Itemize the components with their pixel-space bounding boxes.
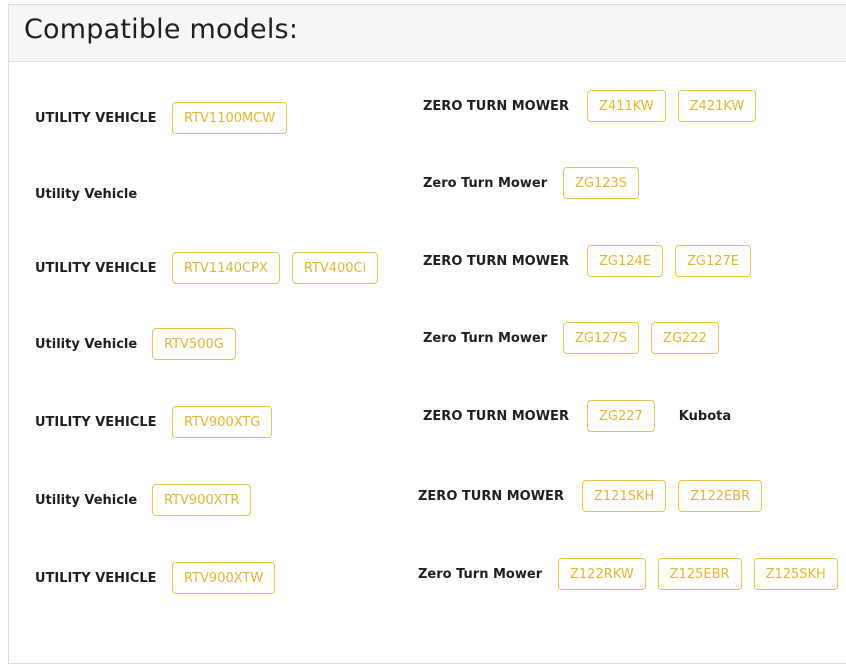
category-label: Zero Turn Mower [423,175,548,191]
model-tag[interactable]: Z125SKH [753,558,838,590]
left-row-3: UTILITY VEHICLE RTV1140CPX RTV400Ci [35,248,379,288]
model-tag[interactable]: ZG127S [563,322,640,354]
category-label: ZERO TURN MOWER [423,253,569,269]
left-row-4: Utility Vehicle RTV500G [35,324,236,364]
left-row-7: UTILITY VEHICLE RTV900XTW [35,558,276,598]
model-tag[interactable]: RTV500G [152,328,236,360]
model-tag[interactable]: RTV900XTW [172,562,276,594]
model-tag[interactable]: ZG124E [587,245,664,277]
model-tag[interactable]: RTV400Ci [291,252,379,284]
category-label: ZERO TURN MOWER [418,488,564,504]
model-tag[interactable]: RTV1140CPX [172,252,280,284]
right-row-3: ZERO TURN MOWER ZG124E ZG127E [423,241,752,281]
panel-header: Compatible models: [9,5,846,62]
right-row-6: ZERO TURN MOWER Z121SKH Z122EBR [418,476,763,516]
panel-title: Compatible models: [24,14,299,45]
model-tag[interactable]: Z121SKH [582,480,667,512]
category-label: UTILITY VEHICLE [35,260,157,276]
category-label: UTILITY VEHICLE [35,110,157,126]
category-label: Zero Turn Mower [423,330,548,346]
model-tag[interactable]: Z122RKW [558,558,646,590]
model-tag[interactable]: Z421KW [677,90,757,122]
model-tag[interactable]: ZG227 [587,400,655,432]
category-label: UTILITY VEHICLE [35,414,157,430]
category-label: ZERO TURN MOWER [423,408,569,424]
left-row-1: UTILITY VEHICLE RTV1100MCW [35,98,288,138]
left-row-6: Utility Vehicle RTV900XTR [35,480,252,520]
model-tag[interactable]: ZG222 [651,322,719,354]
right-row-5: ZERO TURN MOWER ZG227 Kubota [423,396,731,436]
model-tag[interactable]: RTV900XTR [152,484,252,516]
category-label: Utility Vehicle [35,492,138,508]
right-row-1: ZERO TURN MOWER Z411KW Z421KW [423,86,757,126]
model-tag[interactable]: Z411KW [587,90,666,122]
category-label: UTILITY VEHICLE [35,570,157,586]
category-label: Utility Vehicle [35,336,138,352]
category-label: Utility Vehicle [35,186,138,202]
model-tag[interactable]: RTV1100MCW [172,102,288,134]
right-row-7: Zero Turn Mower Z122RKW Z125EBR Z125SKH [418,554,838,594]
left-row-2: Utility Vehicle [35,174,137,214]
category-label: ZERO TURN MOWER [423,98,569,114]
model-tag[interactable]: Z122EBR [678,480,763,512]
model-tag[interactable]: ZG123S [563,167,640,199]
left-row-5: UTILITY VEHICLE RTV900XTG [35,402,273,442]
model-tag[interactable]: ZG127E [675,245,752,277]
category-label: Zero Turn Mower [418,566,543,582]
brand-label: Kubota [678,408,732,424]
model-tag[interactable]: RTV900XTG [172,406,273,438]
right-row-2: Zero Turn Mower ZG123S [423,163,640,203]
model-tag[interactable]: Z125EBR [657,558,742,590]
right-row-4: Zero Turn Mower ZG127S ZG222 [423,318,719,358]
